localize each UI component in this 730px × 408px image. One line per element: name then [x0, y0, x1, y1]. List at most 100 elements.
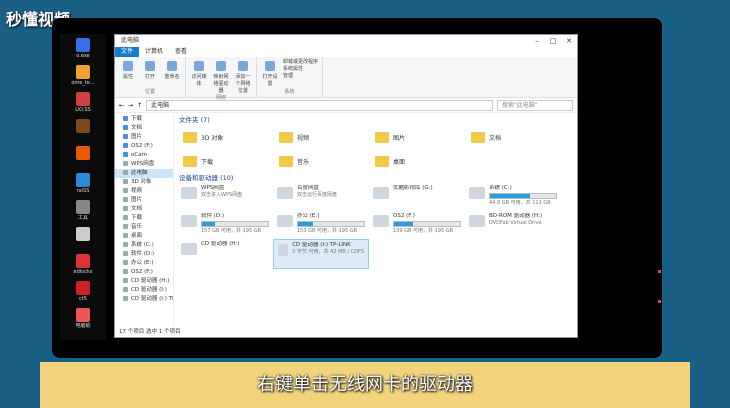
- ribbon-button-icon: [167, 61, 177, 71]
- nav-item-icon: [123, 206, 128, 211]
- nav-item[interactable]: 图片: [115, 133, 173, 142]
- minimize-icon[interactable]: –: [529, 35, 545, 47]
- forward-icon[interactable]: →: [128, 102, 133, 109]
- folders-section-title[interactable]: 文件夹 (7): [177, 115, 573, 125]
- nav-item[interactable]: 图片: [115, 196, 173, 205]
- ribbon-small-button[interactable]: 卸载或更改程序: [283, 59, 318, 66]
- nav-item[interactable]: CD 驱动器 (I:) TP: [115, 295, 173, 304]
- nav-item[interactable]: WPS网盘: [115, 160, 173, 169]
- nav-item-label: CD 驱动器 (H:): [131, 278, 170, 284]
- nav-item-icon: [123, 170, 128, 175]
- drive-item[interactable]: CD 驱动器 (H:): [177, 239, 273, 267]
- nav-item-icon: [123, 260, 128, 265]
- drive-item[interactable]: BD-ROM 驱动器 (H:) DVDFab Virtual Drive: [465, 211, 561, 239]
- drive-usage-bar: [297, 221, 365, 227]
- drive-name: 软件 (D:): [201, 213, 225, 219]
- drive-name: 百度网盘: [297, 185, 320, 191]
- nav-item[interactable]: 文档: [115, 124, 173, 133]
- drive-item[interactable]: 办公 (E:) 153 GB 可用，共 195 GB: [273, 211, 369, 239]
- nav-item-label: CD 驱动器 (I:) TP: [131, 296, 173, 302]
- address-bar[interactable]: 此电脑: [146, 99, 493, 111]
- nav-item[interactable]: CD 驱动器 (H:): [115, 277, 173, 286]
- nav-item[interactable]: 文档: [115, 205, 173, 214]
- folder-label: 下载: [201, 158, 214, 166]
- nav-item-icon: [123, 152, 128, 157]
- drive-item[interactable]: CD 驱动器 (I:) TP-LINK 0 字节 可用，共 42 MB / CDF…: [273, 239, 369, 269]
- desktop-icon[interactable]: 电脑助: [60, 304, 106, 338]
- folder-item[interactable]: 文档: [465, 125, 561, 149]
- nav-item-label: 此电脑: [131, 170, 148, 176]
- drive-item[interactable]: WPS网盘 双击进入WPS网盘: [177, 183, 273, 211]
- title-bar: 此电脑 – □ ✕: [115, 35, 577, 47]
- folder-item[interactable]: 3D 对象: [177, 125, 273, 149]
- drive-usage-bar: [201, 221, 269, 227]
- ribbon-button[interactable]: 打开设置: [261, 59, 279, 87]
- nav-item-label: oCam: [131, 152, 147, 158]
- ribbon-button-label: 访问媒体: [191, 74, 207, 87]
- back-icon[interactable]: ←: [119, 102, 124, 109]
- desktop-icon-label: LKI.SS: [75, 107, 91, 113]
- drive-info: CD 驱动器 (H:): [201, 241, 269, 265]
- folder-item[interactable]: 图片: [369, 125, 465, 149]
- ribbon-button-label: 打开设置: [262, 74, 278, 87]
- folder-icon: [375, 131, 389, 143]
- ribbon-small-button[interactable]: 系统属性: [283, 66, 318, 73]
- drives-section-title[interactable]: 设备和驱动器 (10): [177, 173, 573, 183]
- ribbon-button-label: 添加一个网络位置: [235, 74, 251, 94]
- nav-item[interactable]: 视频: [115, 187, 173, 196]
- nav-item[interactable]: 软件 (D:): [115, 250, 173, 259]
- nav-item[interactable]: OS2 (F:): [115, 268, 173, 277]
- nav-item[interactable]: 此电脑: [115, 169, 173, 178]
- app-icon: [76, 281, 90, 295]
- folder-item[interactable]: 桌面: [369, 149, 465, 173]
- ribbon-small-button[interactable]: 管理: [283, 73, 318, 80]
- folder-icon: [279, 155, 293, 167]
- ribbon-tab[interactable]: 查看: [169, 47, 193, 57]
- ribbon-button-label: 重命名: [164, 74, 180, 80]
- nav-item[interactable]: 下载: [115, 115, 173, 124]
- drive-item[interactable]: 系统 (C:) 44.8 GB 可用，共 111 GB: [465, 183, 561, 211]
- nav-item[interactable]: 音乐: [115, 223, 173, 232]
- folder-label: 文档: [489, 134, 502, 142]
- drive-item[interactable]: OS2 (F:) 139 GB 可用，共 195 GB: [369, 211, 465, 239]
- ribbon-tab[interactable]: 文件: [115, 47, 140, 57]
- drive-item[interactable]: 百度网盘 双击运行百度网盘: [273, 183, 369, 211]
- up-icon[interactable]: ↑: [137, 102, 142, 109]
- ribbon-button[interactable]: 添加一个网络位置: [234, 59, 252, 94]
- nav-item-icon: [123, 161, 128, 166]
- nav-item-icon: [123, 134, 128, 139]
- ribbon-button[interactable]: 打开: [141, 59, 159, 80]
- ribbon-button[interactable]: 属性: [119, 59, 137, 80]
- nav-item-label: 下载: [131, 215, 143, 221]
- folder-item[interactable]: 音乐: [273, 149, 369, 173]
- nav-item-icon: [123, 125, 128, 130]
- ribbon-buttons: 属性 打开 重命名: [119, 59, 181, 80]
- nav-item[interactable]: 下载: [115, 214, 173, 223]
- folder-item[interactable]: 下载: [177, 149, 273, 173]
- drive-item[interactable]: 优酷影视库 (G:): [369, 183, 465, 211]
- nav-item[interactable]: 办公 (E:): [115, 259, 173, 268]
- desktop-icon-label: 电脑助: [75, 323, 91, 329]
- nav-item[interactable]: 系统 (C:): [115, 241, 173, 250]
- ribbon-button[interactable]: 访问媒体: [190, 59, 208, 94]
- search-input[interactable]: 搜索"此电脑": [497, 99, 573, 111]
- ribbon-tab[interactable]: 计算机: [139, 47, 169, 57]
- close-icon[interactable]: ✕: [561, 35, 577, 47]
- nav-item[interactable]: OS2 (F:): [115, 142, 173, 151]
- nav-item[interactable]: CD 驱动器 (I:): [115, 286, 173, 295]
- nav-item-label: 图片: [131, 134, 143, 140]
- nav-item[interactable]: oCam: [115, 151, 173, 160]
- drive-free-space: 双击进入WPS网盘: [201, 192, 243, 198]
- folder-item[interactable]: 视频: [273, 125, 369, 149]
- maximize-icon[interactable]: □: [545, 35, 561, 47]
- ribbon-button[interactable]: 映射网络驱动器: [212, 59, 230, 94]
- ribbon-small-buttons: 卸载或更改程序 系统属性 管理: [283, 59, 318, 87]
- nav-item[interactable]: 3D 对象: [115, 178, 173, 187]
- drive-name: WPS网盘: [201, 185, 225, 191]
- nav-item[interactable]: 桌面: [115, 232, 173, 241]
- drive-icon: [277, 215, 293, 227]
- ribbon-button[interactable]: 重命名: [163, 59, 181, 80]
- drive-item[interactable]: 软件 (D:) 157 GB 可用，共 195 GB: [177, 211, 273, 239]
- drive-usage-fill: [298, 222, 313, 226]
- nav-item-icon: [123, 116, 128, 121]
